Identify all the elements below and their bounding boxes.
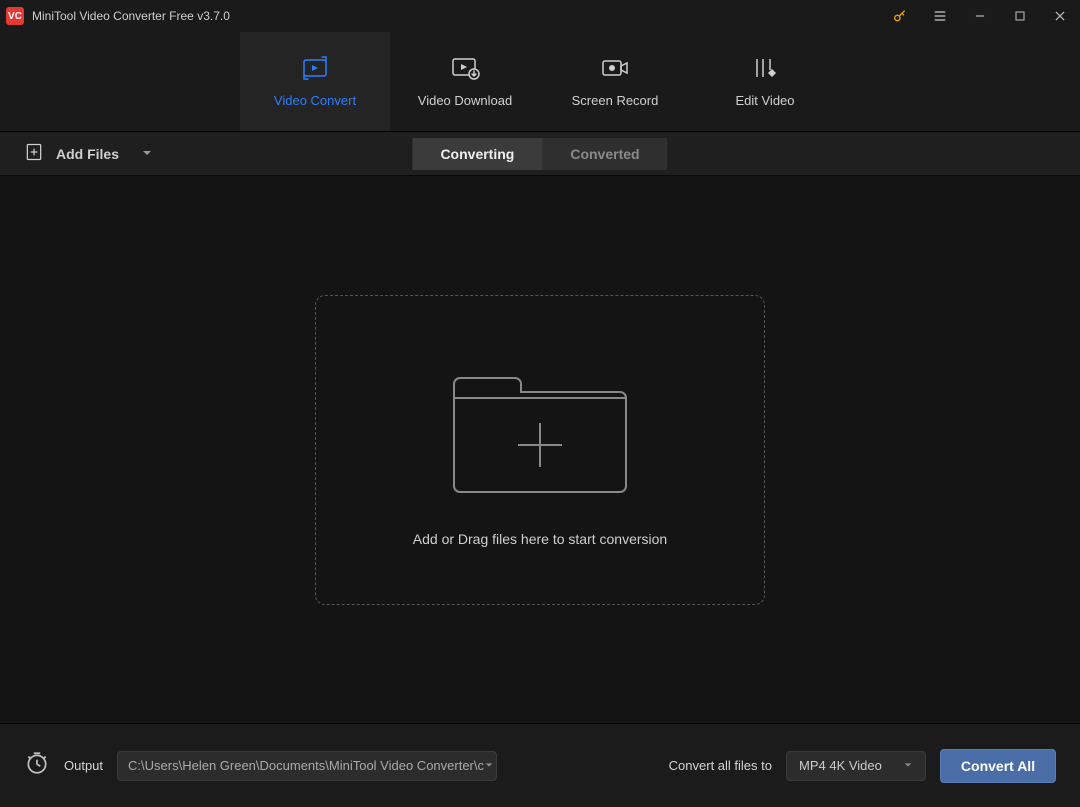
navbar: Video Convert Video Download Screen Reco… [0, 32, 1080, 132]
add-files-label: Add Files [56, 146, 119, 162]
titlebar: VC MiniTool Video Converter Free v3.7.0 [0, 0, 1080, 32]
tab-converting[interactable]: Converting [412, 138, 542, 170]
output-label: Output [64, 758, 103, 773]
nav-screen-record[interactable]: Screen Record [540, 32, 690, 131]
video-convert-icon [300, 55, 330, 81]
maximize-icon[interactable] [1000, 0, 1040, 32]
minimize-icon[interactable] [960, 0, 1000, 32]
add-file-icon [24, 142, 44, 165]
app-logo: VC [6, 7, 24, 25]
toolbar: Add Files Converting Converted [0, 132, 1080, 176]
nav-label: Edit Video [735, 93, 794, 108]
dropzone[interactable]: Add or Drag files here to start conversi… [315, 295, 765, 605]
workspace: Add or Drag files here to start conversi… [0, 176, 1080, 723]
chevron-down-icon[interactable] [141, 146, 153, 162]
nav-video-download[interactable]: Video Download [390, 32, 540, 131]
nav-label: Video Convert [274, 93, 356, 108]
output-path-text: C:\Users\Helen Green\Documents\MiniTool … [128, 758, 484, 773]
nav-label: Screen Record [572, 93, 659, 108]
menu-icon[interactable] [920, 0, 960, 32]
format-selected-text: MP4 4K Video [799, 758, 882, 773]
convert-all-to-label: Convert all files to [669, 758, 772, 773]
video-download-icon [450, 55, 480, 81]
key-icon[interactable] [880, 0, 920, 32]
convert-all-button[interactable]: Convert All [940, 749, 1056, 783]
nav-edit-video[interactable]: Edit Video [690, 32, 840, 131]
app-title: MiniTool Video Converter Free v3.7.0 [32, 9, 230, 23]
chevron-down-icon [484, 758, 494, 773]
screen-record-icon [600, 55, 630, 81]
folder-add-icon [450, 353, 630, 503]
conversion-tabs: Converting Converted [412, 138, 667, 170]
dropzone-text: Add or Drag files here to start conversi… [413, 531, 667, 547]
format-select[interactable]: MP4 4K Video [786, 751, 926, 781]
chevron-down-icon [903, 758, 913, 773]
bottombar: Output C:\Users\Helen Green\Documents\Mi… [0, 723, 1080, 807]
timer-icon[interactable] [24, 750, 50, 781]
add-files-button[interactable]: Add Files [24, 142, 153, 165]
nav-video-convert[interactable]: Video Convert [240, 32, 390, 131]
output-path-select[interactable]: C:\Users\Helen Green\Documents\MiniTool … [117, 751, 497, 781]
close-icon[interactable] [1040, 0, 1080, 32]
nav-label: Video Download [418, 93, 512, 108]
tab-converted[interactable]: Converted [542, 138, 667, 170]
edit-video-icon [750, 55, 780, 81]
